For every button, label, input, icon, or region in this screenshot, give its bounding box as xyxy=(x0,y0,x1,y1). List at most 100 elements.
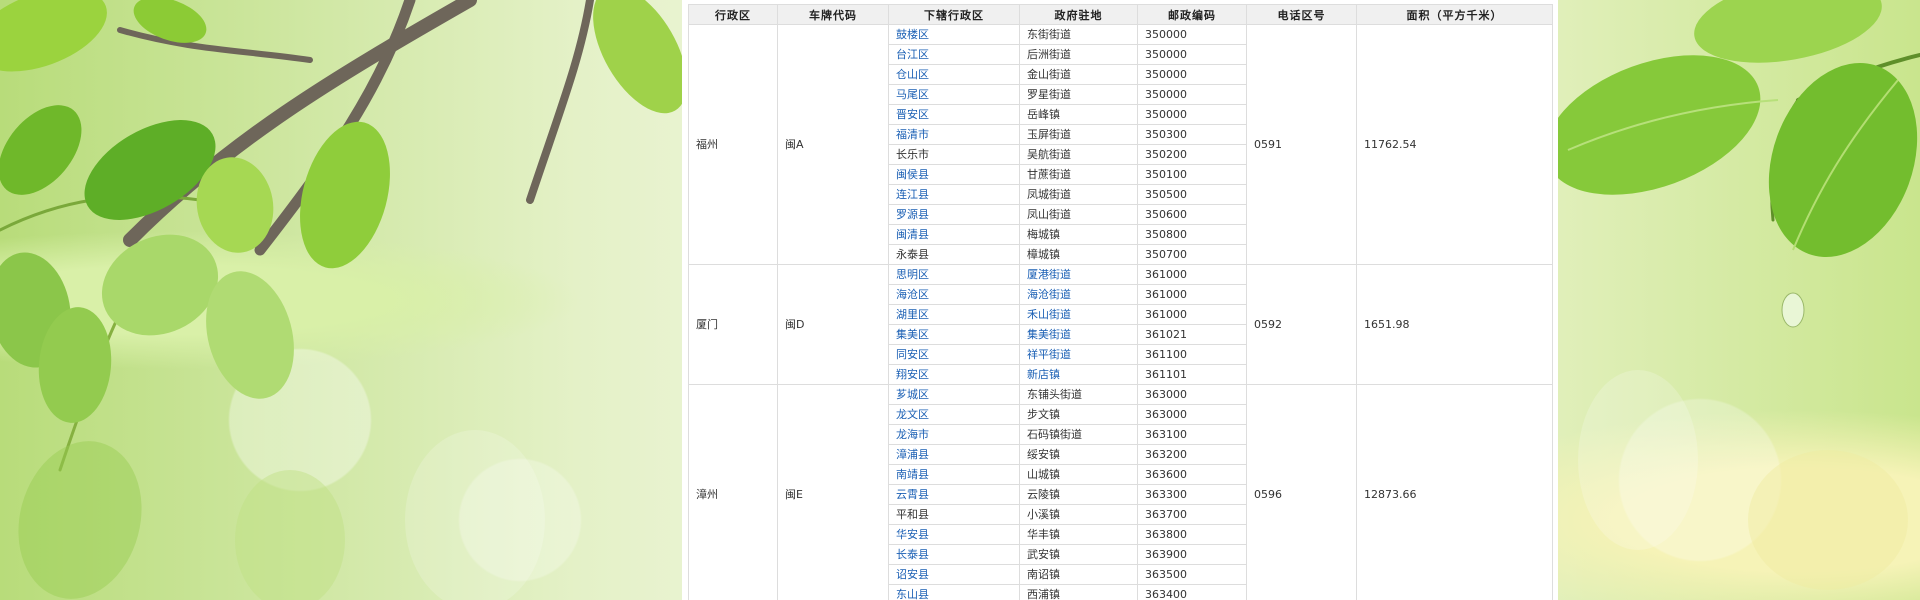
district-cell: 平和县 xyxy=(888,504,1020,525)
table-header-row: 行政区 车牌代码 下辖行政区 政府驻地 邮政编码 电话区号 面积（平方千米） xyxy=(688,4,1553,25)
seat-text: 步文镇 xyxy=(1027,408,1060,421)
district-link[interactable]: 东山县 xyxy=(896,588,929,600)
district-link[interactable]: 芗城区 xyxy=(896,388,929,401)
plate-code-cell: 闽E xyxy=(777,384,889,600)
district-link[interactable]: 晋安区 xyxy=(896,108,929,121)
seat-text: 绥安镇 xyxy=(1027,448,1060,461)
postcode-cell: 350000 xyxy=(1137,84,1247,105)
plate-code-cell: 闽A xyxy=(777,24,889,265)
seat-text: 武安镇 xyxy=(1027,548,1060,561)
district-link[interactable]: 湖里区 xyxy=(896,308,929,321)
seat-cell: 山城镇 xyxy=(1019,464,1138,485)
postcode-cell: 350300 xyxy=(1137,124,1247,145)
district-link[interactable]: 龙文区 xyxy=(896,408,929,421)
district-cell: 漳浦县 xyxy=(888,444,1020,465)
seat-cell: 步文镇 xyxy=(1019,404,1138,425)
district-link[interactable]: 马尾区 xyxy=(896,88,929,101)
district-link[interactable]: 福清市 xyxy=(896,128,929,141)
district-cell: 华安县 xyxy=(888,524,1020,545)
seat-link[interactable]: 新店镇 xyxy=(1027,368,1060,381)
postcode-cell: 363000 xyxy=(1137,384,1247,405)
district-link[interactable]: 华安县 xyxy=(896,528,929,541)
postcode-cell: 363200 xyxy=(1137,444,1247,465)
district-link[interactable]: 漳浦县 xyxy=(896,448,929,461)
district-cell: 翔安区 xyxy=(888,364,1020,385)
district-link[interactable]: 诏安县 xyxy=(896,568,929,581)
seat-cell: 凤城街道 xyxy=(1019,184,1138,205)
seat-text: 东街街道 xyxy=(1027,28,1071,41)
postcode-cell: 363100 xyxy=(1137,424,1247,445)
district-link[interactable]: 思明区 xyxy=(896,268,929,281)
column-header: 电话区号 xyxy=(1246,4,1357,25)
area-cell: 11762.54 xyxy=(1356,24,1553,265)
seat-text: 凤城街道 xyxy=(1027,188,1071,201)
district-link[interactable]: 集美区 xyxy=(896,328,929,341)
area-cell: 12873.66 xyxy=(1356,384,1553,600)
district-link[interactable]: 翔安区 xyxy=(896,368,929,381)
seat-cell: 集美街道 xyxy=(1019,324,1138,345)
district-cell: 马尾区 xyxy=(888,84,1020,105)
seat-text: 吴航街道 xyxy=(1027,148,1071,161)
seat-cell: 禾山街道 xyxy=(1019,304,1138,325)
postcode-cell: 363000 xyxy=(1137,404,1247,425)
district-link[interactable]: 台江区 xyxy=(896,48,929,61)
district-link[interactable]: 闽清县 xyxy=(896,228,929,241)
seat-cell: 石码镇街道 xyxy=(1019,424,1138,445)
postcode-cell: 363700 xyxy=(1137,504,1247,525)
fujian-district-table: 行政区 车牌代码 下辖行政区 政府驻地 邮政编码 电话区号 面积（平方千米） 福… xyxy=(688,4,1553,600)
postcode-cell: 363400 xyxy=(1137,584,1247,600)
area-code-cell: 0596 xyxy=(1246,384,1357,600)
seat-text: 甘蔗街道 xyxy=(1027,168,1071,181)
seat-cell: 东街街道 xyxy=(1019,24,1138,45)
district-link[interactable]: 南靖县 xyxy=(896,468,929,481)
district-link[interactable]: 闽侯县 xyxy=(896,168,929,181)
district-cell: 福清市 xyxy=(888,124,1020,145)
seat-link[interactable]: 禾山街道 xyxy=(1027,308,1071,321)
postcode-cell: 361000 xyxy=(1137,284,1247,305)
seat-text: 樟城镇 xyxy=(1027,248,1060,261)
postcode-cell: 350800 xyxy=(1137,224,1247,245)
postcode-cell: 361000 xyxy=(1137,264,1247,285)
district-cell: 芗城区 xyxy=(888,384,1020,405)
district-cell: 龙海市 xyxy=(888,424,1020,445)
postcode-cell: 361100 xyxy=(1137,344,1247,365)
city-cell: 福州 xyxy=(688,24,778,265)
district-cell: 连江县 xyxy=(888,184,1020,205)
district-cell: 台江区 xyxy=(888,44,1020,65)
district-link[interactable]: 鼓楼区 xyxy=(896,28,929,41)
plate-code-cell: 闽D xyxy=(777,264,889,385)
seat-text: 南诏镇 xyxy=(1027,568,1060,581)
seat-cell: 新店镇 xyxy=(1019,364,1138,385)
district-cell: 龙文区 xyxy=(888,404,1020,425)
seat-link[interactable]: 海沧街道 xyxy=(1027,288,1071,301)
district-cell: 同安区 xyxy=(888,344,1020,365)
seat-link[interactable]: 祥平街道 xyxy=(1027,348,1071,361)
postcode-cell: 350000 xyxy=(1137,24,1247,45)
district-link[interactable]: 龙海市 xyxy=(896,428,929,441)
district-cell: 仓山区 xyxy=(888,64,1020,85)
district-cell: 湖里区 xyxy=(888,304,1020,325)
seat-cell: 岳峰镇 xyxy=(1019,104,1138,125)
seat-link[interactable]: 集美街道 xyxy=(1027,328,1071,341)
district-cell: 闽清县 xyxy=(888,224,1020,245)
district-link[interactable]: 连江县 xyxy=(896,188,929,201)
seat-cell: 祥平街道 xyxy=(1019,344,1138,365)
seat-cell: 海沧街道 xyxy=(1019,284,1138,305)
postcode-cell: 363600 xyxy=(1137,464,1247,485)
city-cell: 漳州 xyxy=(688,384,778,600)
seat-cell: 绥安镇 xyxy=(1019,444,1138,465)
postcode-cell: 350500 xyxy=(1137,184,1247,205)
area-code-cell: 0591 xyxy=(1246,24,1357,265)
district-link[interactable]: 海沧区 xyxy=(896,288,929,301)
postcode-cell: 363300 xyxy=(1137,484,1247,505)
district-link[interactable]: 长泰县 xyxy=(896,548,929,561)
seat-link[interactable]: 厦港街道 xyxy=(1027,268,1071,281)
district-link[interactable]: 罗源县 xyxy=(896,208,929,221)
seat-text: 玉屏街道 xyxy=(1027,128,1071,141)
district-link[interactable]: 仓山区 xyxy=(896,68,929,81)
district-link[interactable]: 同安区 xyxy=(896,348,929,361)
district-link[interactable]: 云霄县 xyxy=(896,488,929,501)
city-cell: 厦门 xyxy=(688,264,778,385)
seat-cell: 武安镇 xyxy=(1019,544,1138,565)
postcode-cell: 350200 xyxy=(1137,144,1247,165)
